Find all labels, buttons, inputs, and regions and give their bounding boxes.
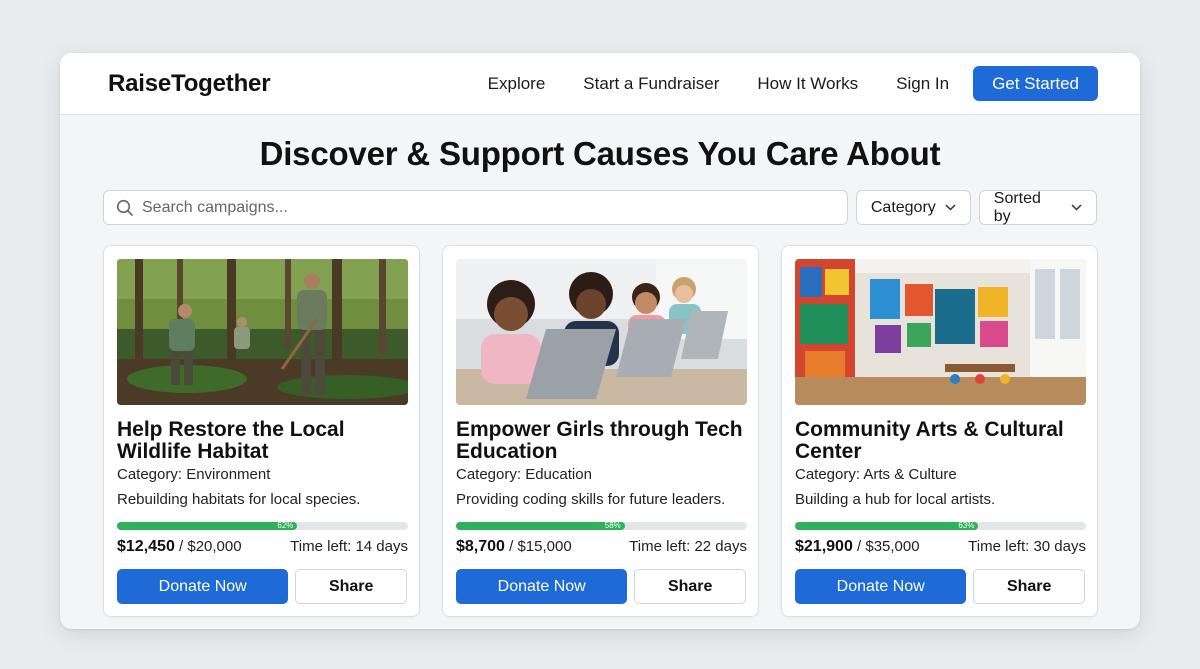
campaign-title[interactable]: Empower Girls through Tech Education [456,419,746,465]
campaign-image-classroom[interactable] [456,259,747,405]
raised-amount: $8,700 [456,538,505,555]
campaign-category: Category: Arts & Culture [795,466,957,483]
nav-how-it-works[interactable]: How It Works [757,74,858,94]
goal-amount: / $20,000 [174,538,242,555]
donate-button[interactable]: Donate Now [795,569,967,604]
chevron-down-icon [945,204,956,211]
raised-amount: $12,450 [117,538,175,555]
campaign-category: Category: Education [456,466,592,483]
nav-links: Explore Start a Fundraiser How It Works … [488,74,949,94]
progress-percent: 62% [277,521,294,530]
sort-dropdown[interactable]: Sorted by [978,189,1097,225]
category-dropdown[interactable]: Category [855,190,971,225]
campaign-grid: Help Restore the Local Wildlife Habitat … [60,245,1140,617]
campaign-stats: $12,450 / $20,000 Time left: 14 days [117,538,408,556]
progress-percent: 58% [604,521,621,530]
campaign-card[interactable]: Community Arts & Cultural Center Categor… [781,245,1098,617]
share-button[interactable]: Share [634,569,746,604]
goal-amount: / $15,000 [504,538,572,555]
card-actions: Donate Now Share [117,569,407,604]
campaign-image-forest[interactable] [117,259,408,405]
progress-fill: 58% [456,521,625,530]
share-button[interactable]: Share [295,569,407,604]
campaign-title[interactable]: Community Arts & Cultural Center [795,419,1085,465]
time-left: Time left: 22 days [629,538,747,555]
card-actions: Donate Now Share [795,569,1085,604]
progress-fill: 63% [795,521,979,530]
page-title: Discover & Support Causes You Care About [259,135,941,172]
navbar: RaiseTogether Explore Start a Fundraiser… [60,53,1140,115]
progress-bar: 62% [117,521,408,530]
time-left: Time left: 14 days [290,538,408,555]
progress-fill: 62% [117,521,298,530]
card-actions: Donate Now Share [456,569,746,604]
campaign-stats: $8,700 / $15,000 Time left: 22 days [456,538,747,556]
funding-amount: $21,900 / $35,000 [795,538,920,556]
nav-start-fundraiser[interactable]: Start a Fundraiser [583,74,719,94]
share-button[interactable]: Share [973,569,1085,604]
campaign-card[interactable]: Empower Girls through Tech Education Cat… [442,245,759,617]
campaign-stats: $21,900 / $35,000 Time left: 30 days [795,538,1086,556]
nav-explore[interactable]: Explore [488,74,546,94]
progress-bar: 58% [456,521,747,530]
campaign-description: Providing coding skills for future leade… [456,491,726,508]
progress-bar: 63% [795,521,1086,530]
search-box[interactable] [103,190,848,225]
campaign-card[interactable]: Help Restore the Local Wildlife Habitat … [103,245,420,617]
progress-percent: 63% [958,521,975,530]
campaign-title[interactable]: Help Restore the Local Wildlife Habitat [117,419,407,465]
sort-dropdown-label: Sorted by [993,189,1041,225]
raised-amount: $21,900 [795,538,853,555]
goal-amount: / $35,000 [852,538,920,555]
category-dropdown-label: Category [870,198,936,216]
chevron-down-icon [1071,204,1082,211]
campaign-category: Category: Environment [117,466,271,483]
nav-sign-in[interactable]: Sign In [896,74,949,94]
funding-amount: $12,450 / $20,000 [117,538,242,556]
time-left: Time left: 30 days [968,538,1086,555]
funding-amount: $8,700 / $15,000 [456,538,572,556]
donate-button[interactable]: Donate Now [117,569,289,604]
campaign-description: Rebuilding habitats for local species. [117,491,361,508]
campaign-image-art-studio[interactable] [795,259,1086,405]
search-icon [116,199,133,216]
search-input[interactable] [142,198,802,217]
filter-bar: Category Sorted by [60,190,1140,225]
campaign-description: Building a hub for local artists. [795,491,996,508]
donate-button[interactable]: Donate Now [456,569,628,604]
get-started-button[interactable]: Get Started [973,66,1098,101]
brand-logo[interactable]: RaiseTogether [108,70,271,98]
browser-window: RaiseTogether Explore Start a Fundraiser… [60,53,1140,629]
